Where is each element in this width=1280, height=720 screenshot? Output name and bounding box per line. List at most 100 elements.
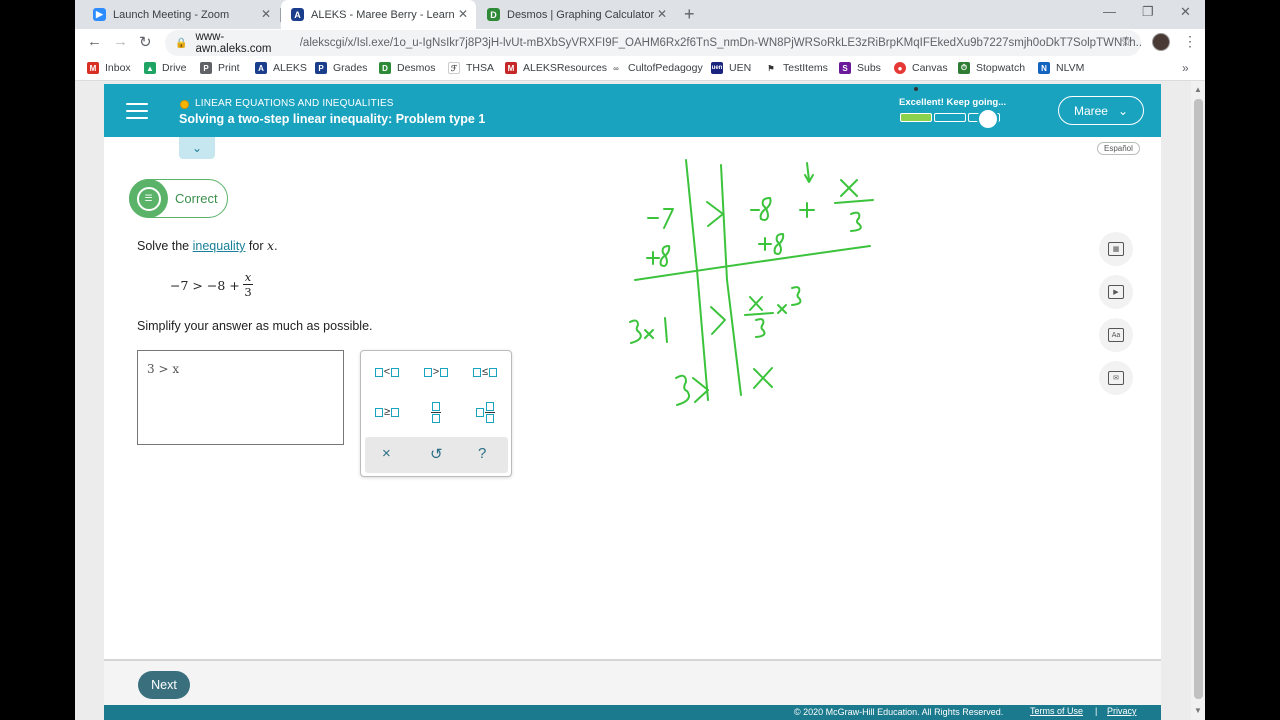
key-greater-than[interactable]: > [415,359,457,385]
back-icon[interactable]: ← [87,33,102,50]
dictionary-icon: Aa [1108,328,1124,342]
bookmark-cultofpedagogy[interactable]: ∞ CultofPedagogy [610,62,703,74]
key-less-than[interactable]: < [366,359,408,385]
profile-avatar[interactable] [1152,33,1170,51]
mail-icon: ✉ [1108,371,1124,385]
video-icon: ▶ [1108,285,1124,299]
bookmark-nlvm[interactable]: N NLVM [1038,62,1084,74]
reload-icon[interactable]: ↻ [139,33,152,51]
bookmark-star-icon[interactable]: ☆ [1120,33,1133,50]
bookmark-desmos[interactable]: D Desmos [379,62,436,74]
fraction-denominator: 3 [244,285,252,299]
key-mixed-number[interactable] [464,399,506,425]
terms-link[interactable]: Terms of Use [1030,706,1083,716]
menu-kebab-icon[interactable]: ⋮ [1183,33,1197,50]
window-close-icon[interactable]: ✕ [1180,4,1191,20]
bookmarks-bar: M Inbox ▲ Drive P Print A ALEKS P Grades D Des… [75,57,1205,81]
bookmark-print[interactable]: P Print [200,62,240,74]
answer-input[interactable]: 3 > x [137,350,344,445]
bookmark-label: UEN [729,62,752,74]
forward-icon[interactable]: → [113,33,128,50]
address-bar[interactable]: 🔒 www-awn.aleks.com /alekscgi/x/Isl.exe/… [165,30,1141,56]
canvas-icon: ● [894,62,906,74]
bookmark-label: NLVM [1056,62,1085,74]
bookmark-label: THSA [466,62,495,74]
key-less-equal[interactable]: ≤ [464,359,506,385]
hamburger-menu-icon[interactable] [126,103,148,119]
key-symbol: > [432,366,440,378]
close-icon[interactable]: ✕ [657,7,667,21]
message-tool[interactable]: ✉ [1099,361,1133,395]
letterbox-right [1205,0,1280,720]
aleks-icon: A [255,62,267,74]
feedback-icon: ☰ [129,179,168,218]
close-icon[interactable]: ✕ [458,7,468,21]
drive-icon: ▲ [144,62,156,74]
keypad-actions: × ↺ ? [365,437,508,473]
espanol-toggle[interactable]: Español [1097,142,1140,155]
bookmark-label: CultofPedagogy [628,62,703,74]
bookmark-label: ALEKSResources [523,62,608,74]
uen-icon: uen [711,62,723,74]
equation-fraction: x 3 [242,271,254,299]
prompt-punctuation: . [274,239,278,253]
new-tab-button[interactable]: + [684,4,695,25]
equation-lhs: −7 > −8 + [170,277,240,293]
bookmark-grades[interactable]: P Grades [315,62,367,74]
topic-status-dot [180,100,189,109]
zoom-icon: ▶ [93,8,106,21]
tab-desmos[interactable]: D Desmos | Graphing Calculator ✕ [477,0,675,29]
bookmark-inbox[interactable]: M Inbox [87,62,131,74]
scrollbar-thumb[interactable] [1194,99,1203,699]
key-symbol: < [383,366,391,378]
next-button[interactable]: Next [138,671,190,699]
clear-icon[interactable]: × [382,445,391,462]
scroll-up-icon[interactable]: ▲ [1194,85,1202,94]
bookmark-aleksresources[interactable]: M ALEKSResources [505,62,607,74]
inequality-equation: −7 > −8 + x 3 [170,271,254,299]
bookmark-stopwatch[interactable]: ⏱ Stopwatch [958,62,1025,74]
inequality-link[interactable]: inequality [193,239,246,253]
bookmark-thsa[interactable]: ℱ THSA [448,62,494,74]
browser-toolbar: ← → ↻ 🔒 www-awn.aleks.com /alekscgi/x/Is… [75,29,1205,57]
collapse-header-button[interactable]: ⌄ [179,137,215,159]
key-greater-equal[interactable]: ≥ [366,399,408,425]
bottom-bar: Next [104,659,1161,705]
page-scrollbar[interactable]: ▲ ▼ [1191,81,1205,720]
bookmark-aleks[interactable]: A ALEKS [255,62,307,74]
restore-icon[interactable]: ❐ [1142,4,1154,20]
chevron-down-icon: ⌄ [1117,103,1129,118]
undo-icon[interactable]: ↺ [430,445,443,463]
bookmark-subs[interactable]: S Subs [839,62,881,74]
gmail-icon: M [87,62,99,74]
topic-title: LINEAR EQUATIONS AND INEQUALITIES [195,98,394,109]
bookmark-label: TestItems [783,62,828,74]
scroll-down-icon[interactable]: ▼ [1194,706,1202,715]
correct-label: Correct [175,191,218,206]
nlvm-icon: N [1038,62,1050,74]
video-tool[interactable]: ▶ [1099,275,1133,309]
desmos-icon: D [379,62,391,74]
calculator-tool[interactable]: ▦ [1099,232,1133,266]
tab-zoom[interactable]: ▶ Launch Meeting - Zoom ✕ [83,0,279,29]
tab-aleks[interactable]: A ALEKS - Maree Berry - Learn ✕ [281,0,476,29]
instruction-text: Simplify your answer as much as possible… [137,319,373,333]
close-icon[interactable]: ✕ [261,7,271,21]
minimize-icon[interactable]: — [1103,4,1116,19]
key-fraction[interactable] [415,399,457,425]
bookmarks-overflow-icon[interactable]: » [1182,61,1189,75]
bookmark-testitems[interactable]: ⚑ TestItems [765,62,828,74]
bookmark-uen[interactable]: uen UEN [711,62,751,74]
bookmark-drive[interactable]: ▲ Drive [144,62,187,74]
aleks-header: LINEAR EQUATIONS AND INEQUALITIES Solvin… [104,84,1161,137]
prompt-text: for [248,239,264,253]
footer-separator: | [1095,706,1098,716]
key-symbol: ≤ [481,366,489,378]
privacy-link[interactable]: Privacy [1107,706,1137,716]
dictionary-tool[interactable]: Aa [1099,318,1133,352]
aleks-app: LINEAR EQUATIONS AND INEQUALITIES Solvin… [104,84,1161,720]
bookmark-canvas[interactable]: ● Canvas [894,62,948,74]
printer-icon: P [200,62,212,74]
user-menu-button[interactable]: Maree ⌄ [1058,96,1144,125]
help-icon[interactable]: ? [478,445,486,462]
